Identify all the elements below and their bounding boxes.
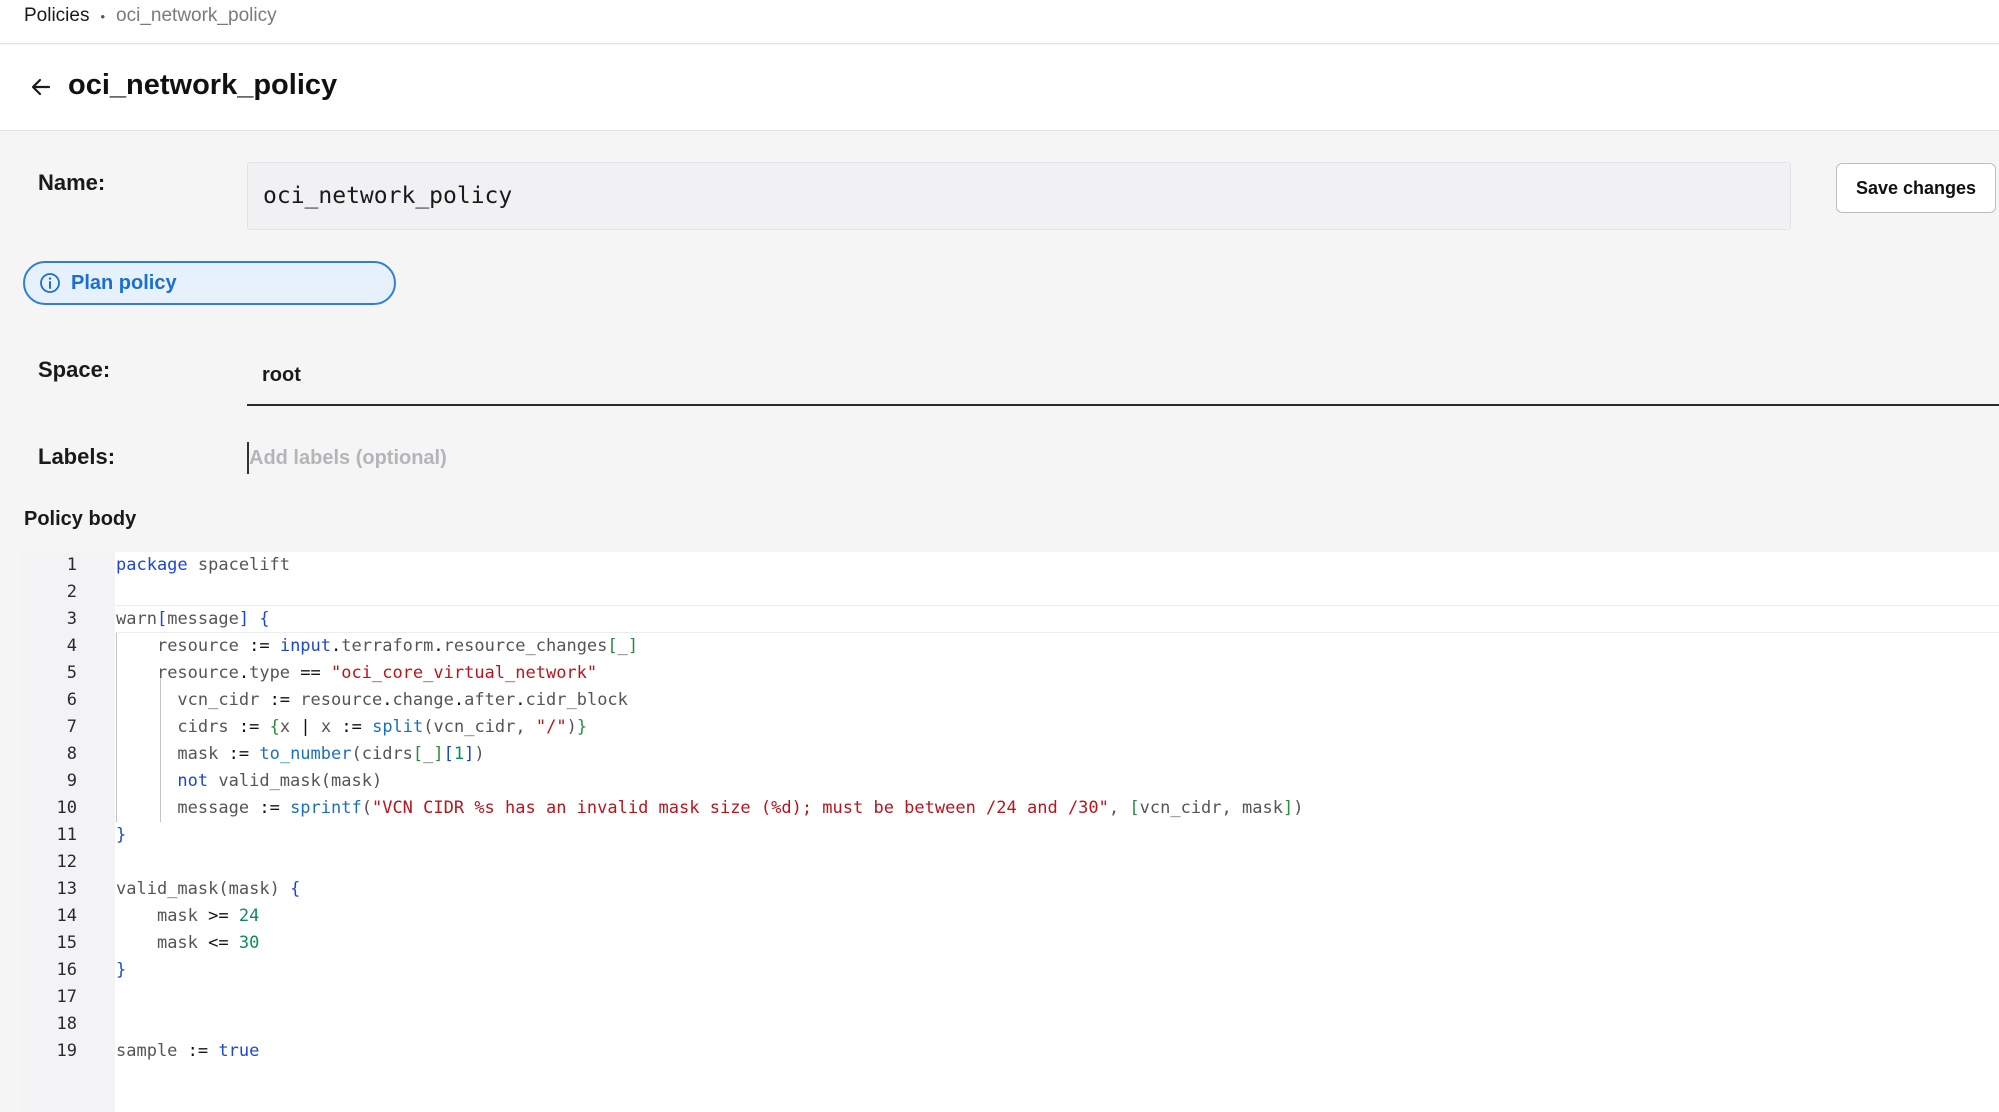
code-line: 19 sample := true — [23, 1038, 1999, 1065]
code-line: 5 resource.type == "oci_core_virtual_net… — [23, 660, 1999, 687]
code-line: 13 valid_mask(mask) { — [23, 876, 1999, 903]
top-bar: Policies • oci_network_policy — [0, 0, 1999, 44]
code-line: 6 vcn_cidr := resource.change.after.cidr… — [23, 687, 1999, 714]
line-number: 12 — [56, 852, 77, 872]
code-line: 3 warn[message] { — [23, 606, 1999, 633]
line-number: 5 — [66, 663, 77, 683]
line-number: 17 — [56, 987, 77, 1007]
line-number: 18 — [56, 1014, 77, 1034]
name-input[interactable] — [247, 162, 1791, 230]
page-header: oci_network_policy — [0, 45, 1999, 131]
code-line: 1 package spacelift — [23, 552, 1999, 579]
line-number: 13 — [56, 879, 77, 899]
page-title: oci_network_policy — [68, 69, 338, 101]
code-line: 11} — [23, 822, 1999, 849]
breadcrumb-current: oci_network_policy — [116, 5, 277, 26]
breadcrumb-policies-link[interactable]: Policies — [24, 5, 89, 27]
line-number: 19 — [56, 1041, 77, 1061]
line-number: 4 — [66, 636, 77, 656]
code-line: 18 — [23, 1011, 1999, 1038]
line-number: 3 — [66, 609, 77, 629]
line-number: 8 — [66, 744, 77, 764]
arrow-left-icon — [31, 78, 51, 96]
line-number: 10 — [56, 798, 77, 818]
code-line: 10 message := sprintf("VCN CIDR %s has a… — [23, 795, 1999, 822]
space-select[interactable]: root — [262, 364, 301, 387]
line-number: 1 — [66, 555, 77, 575]
breadcrumb: Policies • oci_network_policy — [24, 5, 277, 27]
space-label: Space: — [38, 357, 111, 382]
code-line: 14 mask >= 24 — [23, 903, 1999, 930]
code-line: 7 cidrs := {x | x := split(vcn_cidr, "/"… — [23, 714, 1999, 741]
policy-type-badge: Plan policy — [23, 261, 396, 305]
code-line: 8 mask := to_number(cidrs[_][1]) — [23, 741, 1999, 768]
line-number: 2 — [66, 582, 77, 602]
line-number: 11 — [56, 825, 77, 845]
labels-input[interactable] — [247, 442, 1147, 474]
line-number: 7 — [66, 717, 77, 737]
line-number: 14 — [56, 906, 77, 926]
labels-label: Labels: — [38, 444, 116, 469]
code-editor[interactable]: 1 package spacelift 2 3 warn[message] { 4 … — [23, 552, 1999, 1112]
space-underline — [247, 404, 1999, 406]
name-label: Name: — [38, 170, 106, 195]
code-line: 2 — [23, 579, 1999, 606]
line-number: 16 — [56, 960, 77, 980]
code-line: 12 — [23, 849, 1999, 876]
code-line: 16} — [23, 957, 1999, 984]
code-line: 17 — [23, 984, 1999, 1011]
line-number: 15 — [56, 933, 77, 953]
info-circle-icon — [39, 272, 61, 294]
save-changes-button[interactable]: Save changes — [1836, 163, 1996, 213]
policy-body-title: Policy body — [24, 508, 137, 530]
code-line: 4 resource := input.terraform.resource_c… — [23, 633, 1999, 660]
code-line: 15 mask <= 30 — [23, 930, 1999, 957]
policy-type-label: Plan policy — [71, 271, 177, 294]
breadcrumb-separator: • — [100, 8, 106, 24]
back-button[interactable] — [26, 72, 56, 102]
code-line: 9 not valid_mask(mask) — [23, 768, 1999, 795]
line-number: 6 — [66, 690, 77, 710]
line-number: 9 — [66, 771, 77, 791]
